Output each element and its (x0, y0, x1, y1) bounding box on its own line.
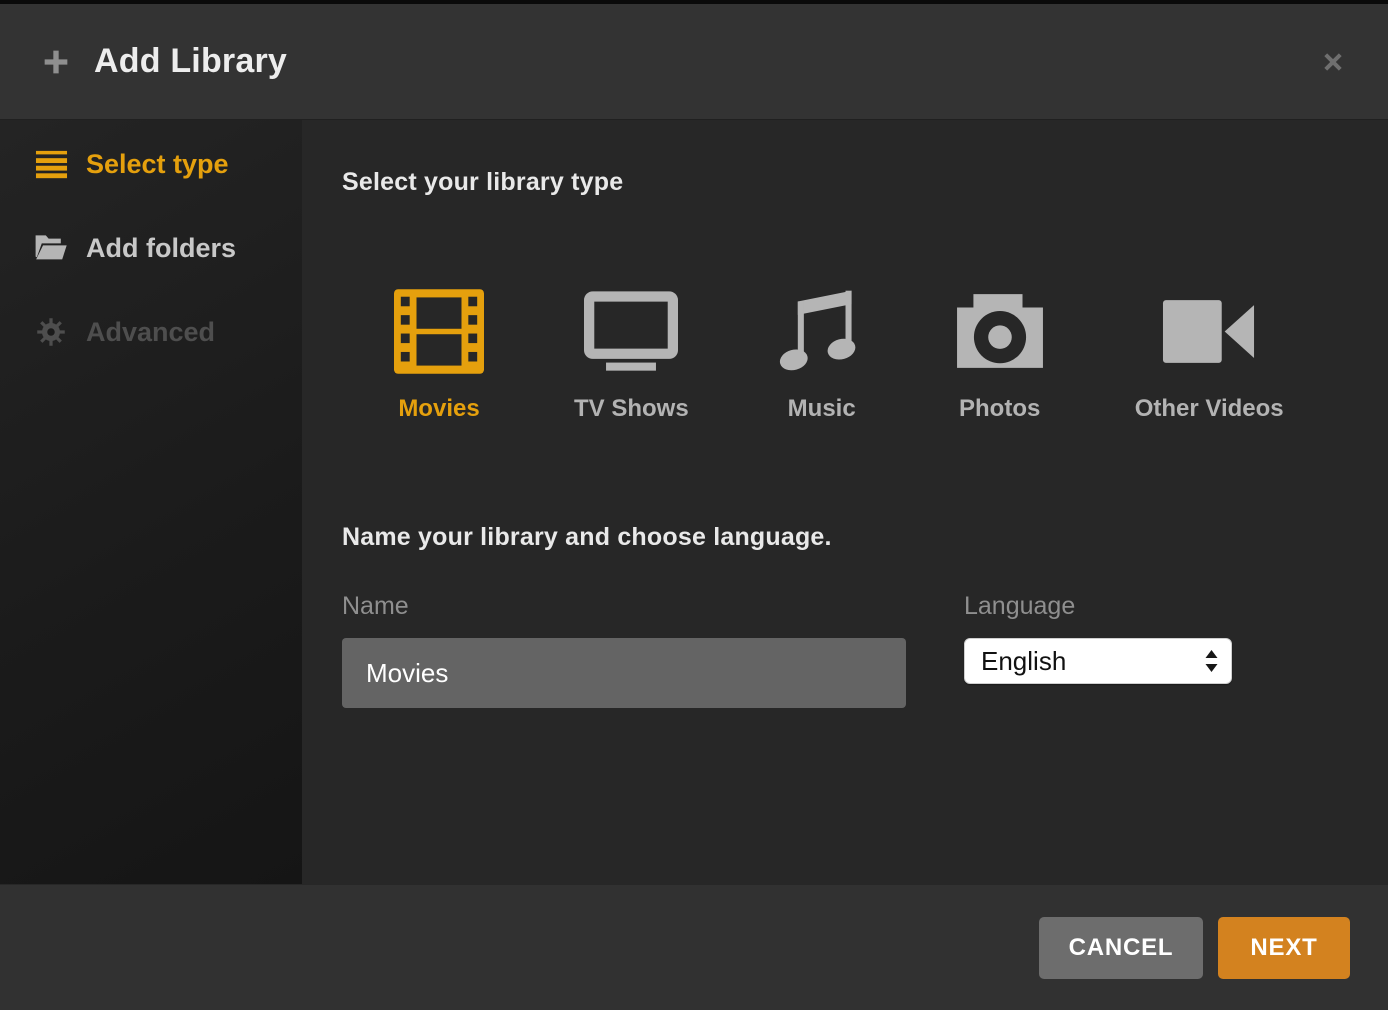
camera-icon (955, 285, 1045, 377)
folder-open-icon (34, 234, 68, 262)
plus-icon (40, 46, 72, 78)
tv-icon (584, 285, 678, 377)
name-language-form: Name Language English (342, 592, 1348, 708)
library-type-label: Movies (398, 395, 479, 423)
dialog-header: Add Library (0, 4, 1388, 120)
video-camera-icon (1162, 285, 1256, 377)
add-library-dialog: Add Library Select type (0, 0, 1388, 1010)
library-type-row: Movies TV Shows (394, 285, 1348, 423)
library-type-music[interactable]: Music (779, 285, 865, 423)
next-button[interactable]: NEXT (1218, 917, 1350, 979)
language-label: Language (964, 592, 1232, 621)
sidebar-item-add-folders[interactable]: Add folders (0, 206, 302, 290)
list-icon (34, 149, 68, 179)
close-icon[interactable] (1314, 43, 1352, 81)
sidebar-item-label: Add folders (86, 233, 236, 264)
steps-sidebar: Select type Add folders (0, 120, 302, 884)
sidebar-item-advanced[interactable]: Advanced (0, 290, 302, 374)
library-type-label: TV Shows (574, 395, 689, 423)
name-language-heading: Name your library and choose language. (342, 523, 1348, 552)
music-note-icon (779, 285, 865, 377)
cancel-button[interactable]: CANCEL (1039, 917, 1203, 979)
sidebar-item-select-type[interactable]: Select type (0, 122, 302, 206)
dialog-footer: CANCEL NEXT (0, 884, 1388, 1010)
film-icon (394, 285, 484, 377)
library-type-label: Photos (959, 395, 1040, 423)
library-type-label: Other Videos (1135, 395, 1284, 423)
language-select[interactable]: English (964, 638, 1232, 684)
library-type-movies[interactable]: Movies (394, 285, 484, 423)
library-name-input[interactable] (342, 638, 906, 708)
library-type-photos[interactable]: Photos (955, 285, 1045, 423)
sidebar-item-label: Advanced (86, 317, 215, 348)
dialog-title: Add Library (94, 42, 287, 81)
library-type-label: Music (788, 395, 856, 423)
gear-icon (34, 317, 68, 347)
language-selected-value: English (981, 646, 1066, 677)
dialog-body: Select type Add folders (0, 120, 1388, 884)
library-type-tv-shows[interactable]: TV Shows (574, 285, 689, 423)
main-content: Select your library type (302, 120, 1388, 884)
library-type-other-videos[interactable]: Other Videos (1135, 285, 1284, 423)
sidebar-item-label: Select type (86, 149, 229, 180)
name-label: Name (342, 592, 906, 621)
language-field-group: Language English (964, 592, 1232, 684)
select-type-heading: Select your library type (342, 168, 1348, 197)
select-arrows-icon (1204, 648, 1219, 674)
name-field-group: Name (342, 592, 906, 708)
